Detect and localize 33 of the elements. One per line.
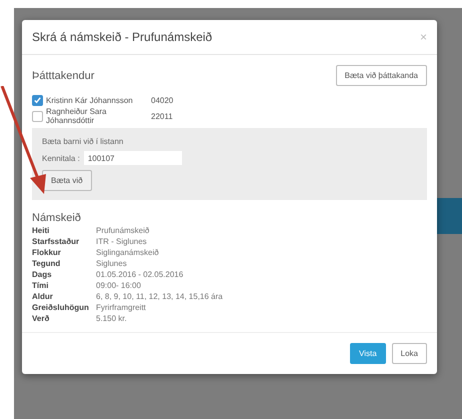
detail-label: Verð (32, 313, 50, 324)
detail-label: Tegund (32, 258, 62, 269)
detail-value: 5.150 kr. (96, 313, 128, 324)
section-heading: Námskeið (32, 212, 82, 224)
participant-name: Kristinn Kár Jóhannsson (46, 96, 134, 104)
detail-value: Siglunes (96, 258, 128, 269)
panel-heading: Bæta barni við í listann (42, 137, 124, 146)
participant-id: 04020 (151, 96, 174, 104)
field-label: Kennitala : (42, 154, 80, 162)
detail-label: Greiðsluhögun (32, 302, 90, 313)
detail-value: 6, 8, 9, 10, 11, 12, 13, 14, 15,16 ára (96, 291, 224, 302)
detail-label: Aldur (32, 291, 54, 302)
detail-label: Dags (32, 269, 53, 280)
detail-label: Flokkur (32, 247, 62, 258)
kennitala-field[interactable]: 100107 (84, 151, 182, 165)
section-heading: Þátttakendur (32, 70, 94, 82)
add-button[interactable]: Bæta við (42, 170, 92, 191)
close-dialog-button[interactable]: Loka (392, 343, 427, 364)
detail-label: Tími (32, 280, 50, 291)
add-participant-button[interactable]: Bæta við þáttakanda (336, 65, 427, 86)
participant-name: Ragnheiður Sara Jóhannsdóttir (46, 107, 108, 125)
detail-value: Prufunámskeið (96, 225, 150, 236)
detail-value: ITR - Siglunes (96, 236, 148, 247)
dialog-title: Skrá á námskeið - Prufunámskeið (32, 30, 212, 44)
detail-value: 09:00- 16:00 (96, 280, 142, 291)
participant-id: 22011 (151, 112, 173, 120)
checkbox[interactable] (32, 110, 43, 122)
checkbox[interactable] (32, 94, 43, 106)
detail-label: Starfsstaður (32, 236, 80, 247)
detail-value: Fyrirframgreitt (96, 302, 147, 313)
detail-value: Siglinganámskeið (96, 247, 160, 258)
detail-value: 01.05.2016 - 02.05.2016 (96, 269, 184, 280)
detail-label: Heiti (32, 225, 50, 236)
